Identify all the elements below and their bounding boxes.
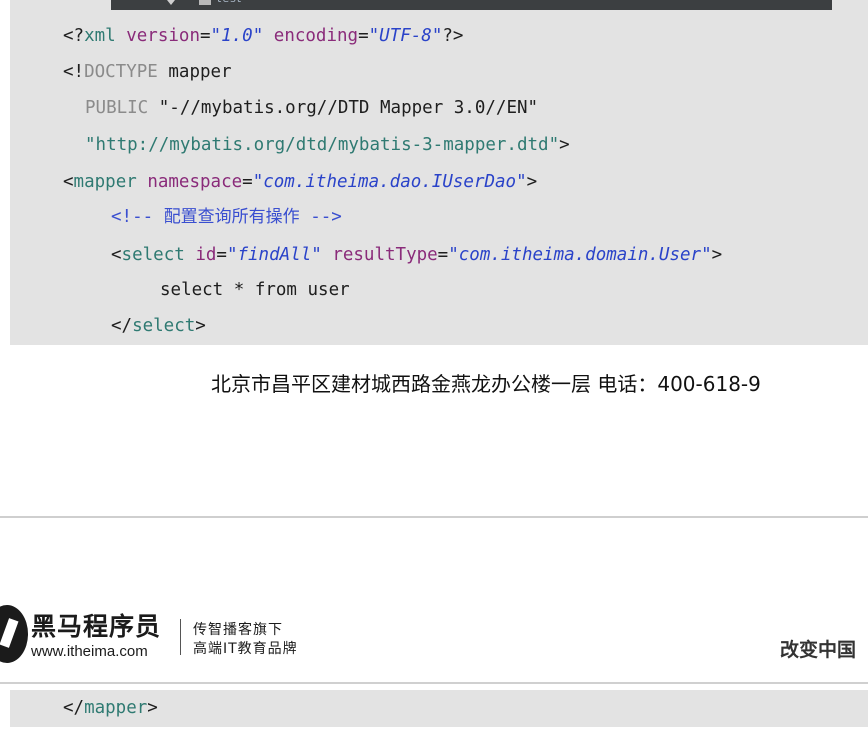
- code-line-doctype: <!DOCTYPE mapper: [63, 62, 232, 82]
- header-slogan: 改变中国: [780, 639, 857, 661]
- code-line-mapper-open: <mapper namespace="com.itheima.dao.IUser…: [63, 172, 538, 192]
- code-line-dtd-url: "http://mybatis.org/dtd/mybatis-3-mapper…: [85, 135, 570, 155]
- brand-url: www.itheima.com: [31, 643, 148, 660]
- folder-label: test: [217, 0, 242, 5]
- code-line-xml-declaration: <?xml version="1.0" encoding="UTF-8"?>: [63, 26, 464, 46]
- code-line-select-close: </select>: [111, 316, 206, 336]
- code-line-comment: <!-- 配置查询所有操作 -->: [111, 207, 342, 227]
- ide-screenshot-strip: test: [111, 0, 832, 10]
- folder-icon: [199, 0, 211, 5]
- brand-slogan-line2: 高端IT教育品牌: [193, 641, 298, 657]
- code-line-select-open: <select id="findAll" resultType="com.ith…: [111, 245, 723, 265]
- code-line-public-id: PUBLIC "-//mybatis.org//DTD Mapper 3.0//…: [85, 98, 539, 118]
- code-line-mapper-close: </mapper>: [63, 698, 158, 718]
- header-divider: [0, 682, 868, 684]
- logo-separator: [180, 619, 181, 655]
- brand-slogan-line1: 传智播客旗下: [193, 622, 283, 638]
- page-divider: [0, 516, 868, 518]
- brand-logo-icon: [0, 605, 28, 663]
- code-line-sql: select * from user: [160, 280, 350, 300]
- brand-name: 黑马程序员: [31, 612, 162, 641]
- expand-arrow-icon: [167, 0, 175, 5]
- footer-address: 北京市昌平区建材城西路金燕龙办公楼一层 电话：400-618-9: [211, 372, 761, 396]
